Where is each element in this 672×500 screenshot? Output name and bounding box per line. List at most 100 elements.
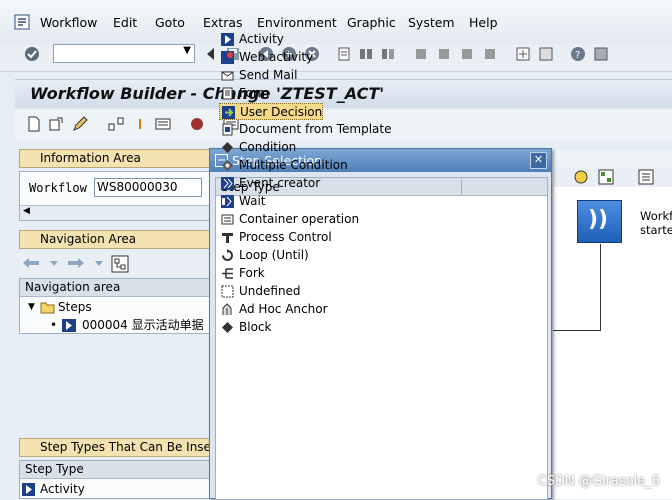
edit-pencil-icon[interactable]	[72, 116, 88, 132]
back-arrow-icon[interactable]	[203, 46, 219, 62]
tree-node-item[interactable]: • 000004 显示活动单据	[48, 317, 204, 334]
step-type-item[interactable]: Process Control	[219, 229, 332, 246]
menu-system[interactable]: System	[408, 15, 455, 30]
step-type-label: Send Mail	[239, 68, 298, 82]
overview-icon[interactable]	[598, 169, 614, 185]
tree-node-steps[interactable]: ▼ Steps	[28, 299, 92, 316]
step-type-icon	[221, 71, 234, 81]
step-selection-dialog: Step Selection ✕ Step Type Activity Web a…	[209, 32, 552, 500]
step-type-item[interactable]: Event creator	[219, 175, 320, 192]
step-type-label: Block	[239, 320, 272, 334]
navigation-toolbar	[19, 252, 211, 276]
last-page-icon[interactable]	[482, 46, 498, 62]
connector-line	[553, 330, 601, 331]
tree-node-label: Steps	[58, 300, 92, 314]
close-icon[interactable]: ✕	[530, 152, 547, 169]
system-menu-icon[interactable]	[14, 14, 30, 30]
title-bar: Workflow Builder - Change 'ZTEST_ACT'	[15, 79, 672, 108]
navigation-tree: Navigation area ▼ Steps • 000004 显示活动单据	[19, 278, 211, 334]
dropdown-icon[interactable]	[46, 255, 62, 271]
step-type-label: Activity	[40, 482, 85, 496]
new-icon[interactable]	[26, 116, 42, 132]
menu-extras[interactable]: Extras	[203, 15, 243, 30]
step-type-item[interactable]: Multiple Condition	[219, 157, 348, 174]
previous-page-icon[interactable]	[436, 46, 452, 62]
step-type-label: Condition	[239, 140, 297, 154]
find-icon[interactable]	[358, 46, 374, 62]
menu-goto[interactable]: Goto	[155, 15, 185, 30]
step-type-label: Container operation	[239, 212, 360, 226]
arrow-left-icon[interactable]	[21, 255, 41, 271]
step-type-item[interactable]: Document from Template	[219, 121, 391, 138]
graphic-canvas[interactable]: )) Workf starte	[553, 187, 672, 499]
print-icon[interactable]	[336, 46, 352, 62]
enter-icon[interactable]	[24, 46, 40, 62]
step-type-item[interactable]: Ad Hoc Anchor	[219, 301, 328, 318]
customize-layout-icon[interactable]	[593, 46, 609, 62]
help-icon[interactable]: ?	[570, 46, 586, 62]
step-type-item[interactable]: Web activity	[219, 49, 313, 66]
step-type-item[interactable]: Fork	[219, 265, 265, 282]
create-session-icon[interactable]	[515, 46, 531, 62]
information-area-header[interactable]: Information Area	[19, 149, 211, 168]
activate-icon[interactable]	[132, 116, 148, 132]
horizontal-scrollbar[interactable]: ◀	[20, 205, 210, 220]
watermark: CSDN @Girasole_6	[537, 474, 660, 489]
arrow-right-icon[interactable]	[66, 255, 86, 271]
hierarchy-icon[interactable]	[108, 116, 124, 132]
step-type-item[interactable]: Undefined	[219, 283, 301, 300]
step-type-item[interactable]: Container operation	[219, 211, 359, 228]
step-type-label: Loop (Until)	[239, 248, 309, 262]
zoom-icon[interactable]	[573, 169, 589, 185]
menu-edit[interactable]: Edit	[113, 15, 137, 30]
step-type-item[interactable]: Form	[219, 85, 269, 102]
first-page-icon[interactable]	[413, 46, 429, 62]
step-types-header[interactable]: Step Types That Can Be Inserted	[19, 438, 236, 457]
binding-icon[interactable]	[189, 116, 205, 132]
svg-text:?: ?	[575, 50, 580, 61]
command-field[interactable]: ▼	[53, 44, 195, 63]
find-next-icon[interactable]	[380, 46, 396, 62]
menu-environment[interactable]: Environment	[257, 15, 337, 30]
step-type-item[interactable]: Wait	[219, 193, 266, 210]
activity-icon	[22, 483, 35, 496]
tree-node-label: 000004 显示活动单据	[82, 318, 204, 332]
menu-workflow[interactable]: Workflow	[40, 15, 97, 30]
menu-help[interactable]: Help	[469, 15, 498, 30]
navigation-area-header[interactable]: Navigation Area	[19, 230, 211, 249]
menu-bar: Workflow Edit Goto Extras Environment Gr…	[0, 0, 672, 44]
column-separator[interactable]	[461, 180, 541, 194]
step-type-item[interactable]: Send Mail	[219, 67, 297, 84]
dropdown-icon[interactable]	[91, 255, 107, 271]
legend-icon[interactable]	[638, 169, 654, 185]
next-page-icon[interactable]	[459, 46, 475, 62]
expand-icon[interactable]: ▼	[28, 299, 35, 316]
workflow-id-field[interactable]: WS80000030	[94, 178, 202, 197]
workflow-start-node[interactable]: ))	[577, 200, 622, 243]
shortcut-icon[interactable]	[538, 46, 554, 62]
step-type-icon	[222, 106, 235, 119]
other-workflow-icon[interactable]	[48, 116, 64, 132]
step-type-label: Ad Hoc Anchor	[239, 302, 328, 316]
step-type-item[interactable]: Activity	[219, 31, 284, 48]
step-type-icon	[221, 195, 234, 208]
step-type-item[interactable]: User Decision	[219, 103, 324, 120]
test-icon[interactable]	[155, 116, 171, 132]
scroll-left-icon[interactable]: ◀	[23, 206, 30, 216]
step-type-item[interactable]: Block	[219, 319, 271, 336]
tree-structure-icon[interactable]	[111, 255, 129, 273]
step-type-item[interactable]: Loop (Until)	[219, 247, 309, 264]
tree-bullet: •	[50, 318, 58, 332]
step-type-item[interactable]: Condition	[219, 139, 296, 156]
step-type-icon	[222, 160, 233, 171]
workflow-label: Workflow	[29, 181, 87, 195]
menu-graphic[interactable]: Graphic	[347, 15, 396, 30]
chevron-down-icon[interactable]: ▼	[183, 45, 191, 56]
signal-icon: ))	[588, 207, 609, 232]
step-type-label: Document from Template	[239, 122, 392, 136]
step-type-icon	[222, 142, 233, 153]
node-label: Workf	[640, 209, 672, 223]
step-type-activity[interactable]: Activity	[20, 481, 85, 498]
step-type-icon	[222, 303, 232, 315]
node-sublabel: starte	[640, 223, 672, 237]
